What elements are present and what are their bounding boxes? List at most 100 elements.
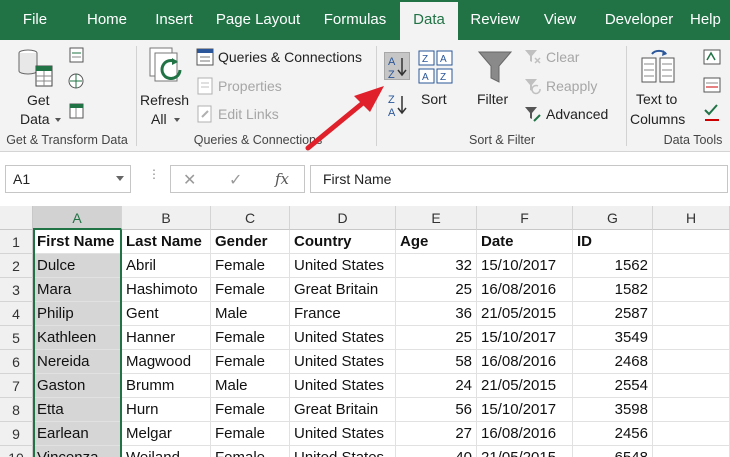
table-cell[interactable]: Gent (122, 302, 211, 326)
column-header-f[interactable]: F (477, 206, 573, 230)
table-cell[interactable] (653, 422, 730, 446)
header-cell[interactable]: ID (573, 230, 653, 254)
tab-page-layout[interactable]: Page Layout (208, 0, 308, 40)
row-header[interactable]: 2 (0, 254, 33, 278)
row-header[interactable]: 1 (0, 230, 33, 254)
table-cell[interactable]: United States (290, 326, 396, 350)
table-cell[interactable]: Great Britain (290, 398, 396, 422)
get-data-small-icons[interactable] (68, 46, 86, 126)
table-cell[interactable]: 25 (396, 326, 477, 350)
table-cell[interactable]: 32 (396, 254, 477, 278)
formula-input[interactable]: First Name (310, 165, 728, 193)
table-cell[interactable]: 2456 (573, 422, 653, 446)
insert-function-icon[interactable]: fx (275, 170, 289, 188)
table-cell[interactable]: Hashimoto (122, 278, 211, 302)
column-header-g[interactable]: G (573, 206, 653, 230)
header-cell[interactable]: First Name (33, 230, 122, 254)
row-header[interactable]: 10 (0, 446, 33, 457)
table-cell[interactable]: Hurn (122, 398, 211, 422)
table-cell[interactable] (653, 350, 730, 374)
row-header[interactable]: 6 (0, 350, 33, 374)
column-header-a[interactable]: A (33, 206, 122, 230)
table-cell[interactable]: France (290, 302, 396, 326)
table-cell[interactable]: Philip (33, 302, 122, 326)
enter-icon[interactable]: ✓ (229, 170, 242, 190)
select-all-corner[interactable] (0, 206, 33, 230)
table-cell[interactable]: 21/05/2015 (477, 374, 573, 398)
column-header-e[interactable]: E (396, 206, 477, 230)
table-cell[interactable]: 15/10/2017 (477, 398, 573, 422)
table-cell[interactable]: 25 (396, 278, 477, 302)
table-cell[interactable]: Weiland (122, 446, 211, 457)
table-cell[interactable]: 16/08/2016 (477, 422, 573, 446)
table-cell[interactable]: 15/10/2017 (477, 326, 573, 350)
table-cell[interactable]: Abril (122, 254, 211, 278)
header-cell[interactable]: Last Name (122, 230, 211, 254)
table-cell[interactable]: Male (211, 302, 290, 326)
table-cell[interactable]: 2468 (573, 350, 653, 374)
table-cell[interactable]: Gaston (33, 374, 122, 398)
table-cell[interactable]: Female (211, 398, 290, 422)
table-cell[interactable]: 21/05/2015 (477, 302, 573, 326)
table-cell[interactable]: 16/08/2016 (477, 278, 573, 302)
header-cell[interactable]: Age (396, 230, 477, 254)
table-cell[interactable]: Female (211, 422, 290, 446)
drag-handle-icon[interactable]: ⋮ (148, 168, 160, 180)
column-header-h[interactable]: H (653, 206, 730, 230)
table-cell[interactable]: United States (290, 374, 396, 398)
table-cell[interactable]: Mara (33, 278, 122, 302)
table-cell[interactable] (653, 446, 730, 457)
tab-formulas[interactable]: Formulas (314, 0, 396, 40)
table-cell[interactable]: 24 (396, 374, 477, 398)
tab-developer[interactable]: Developer (594, 0, 684, 40)
column-header-b[interactable]: B (122, 206, 211, 230)
table-cell[interactable]: 36 (396, 302, 477, 326)
table-cell[interactable]: Etta (33, 398, 122, 422)
table-cell[interactable] (653, 302, 730, 326)
table-cell[interactable] (653, 374, 730, 398)
table-cell[interactable] (653, 254, 730, 278)
table-cell[interactable]: Melgar (122, 422, 211, 446)
table-cell[interactable]: 2554 (573, 374, 653, 398)
table-cell[interactable]: 1582 (573, 278, 653, 302)
row-header[interactable]: 9 (0, 422, 33, 446)
table-cell[interactable]: 1562 (573, 254, 653, 278)
tab-file[interactable]: File (10, 0, 60, 40)
table-cell[interactable]: 3549 (573, 326, 653, 350)
table-cell[interactable]: United States (290, 446, 396, 457)
table-cell[interactable]: United States (290, 422, 396, 446)
table-cell[interactable]: United States (290, 350, 396, 374)
tab-help[interactable]: Help (690, 0, 730, 40)
tab-view[interactable]: View (534, 0, 586, 40)
table-cell[interactable]: 6548 (573, 446, 653, 457)
table-cell[interactable]: 15/10/2017 (477, 254, 573, 278)
data-tools-small-icons[interactable] (702, 48, 726, 126)
table-cell[interactable]: Female (211, 446, 290, 457)
row-header[interactable]: 8 (0, 398, 33, 422)
table-cell[interactable]: Great Britain (290, 278, 396, 302)
table-cell[interactable]: 16/08/2016 (477, 350, 573, 374)
table-cell[interactable] (653, 278, 730, 302)
row-header[interactable]: 5 (0, 326, 33, 350)
table-cell[interactable]: 27 (396, 422, 477, 446)
table-cell[interactable]: United States (290, 254, 396, 278)
table-cell[interactable]: Nereida (33, 350, 122, 374)
table-cell[interactable]: Brumm (122, 374, 211, 398)
row-header[interactable]: 7 (0, 374, 33, 398)
table-cell[interactable]: Female (211, 254, 290, 278)
table-cell[interactable]: Magwood (122, 350, 211, 374)
header-cell[interactable]: Gender (211, 230, 290, 254)
tab-review[interactable]: Review (462, 0, 528, 40)
tab-data[interactable]: Data (400, 2, 458, 40)
table-cell[interactable]: Male (211, 374, 290, 398)
column-header-d[interactable]: D (290, 206, 396, 230)
row-header[interactable]: 3 (0, 278, 33, 302)
tab-home[interactable]: Home (76, 0, 138, 40)
table-cell[interactable]: Earlean (33, 422, 122, 446)
row-header[interactable]: 4 (0, 302, 33, 326)
table-cell[interactable]: Dulce (33, 254, 122, 278)
name-box[interactable]: A1 (5, 165, 131, 193)
table-cell[interactable]: Female (211, 326, 290, 350)
tab-insert[interactable]: Insert (146, 0, 202, 40)
table-cell[interactable]: Female (211, 278, 290, 302)
